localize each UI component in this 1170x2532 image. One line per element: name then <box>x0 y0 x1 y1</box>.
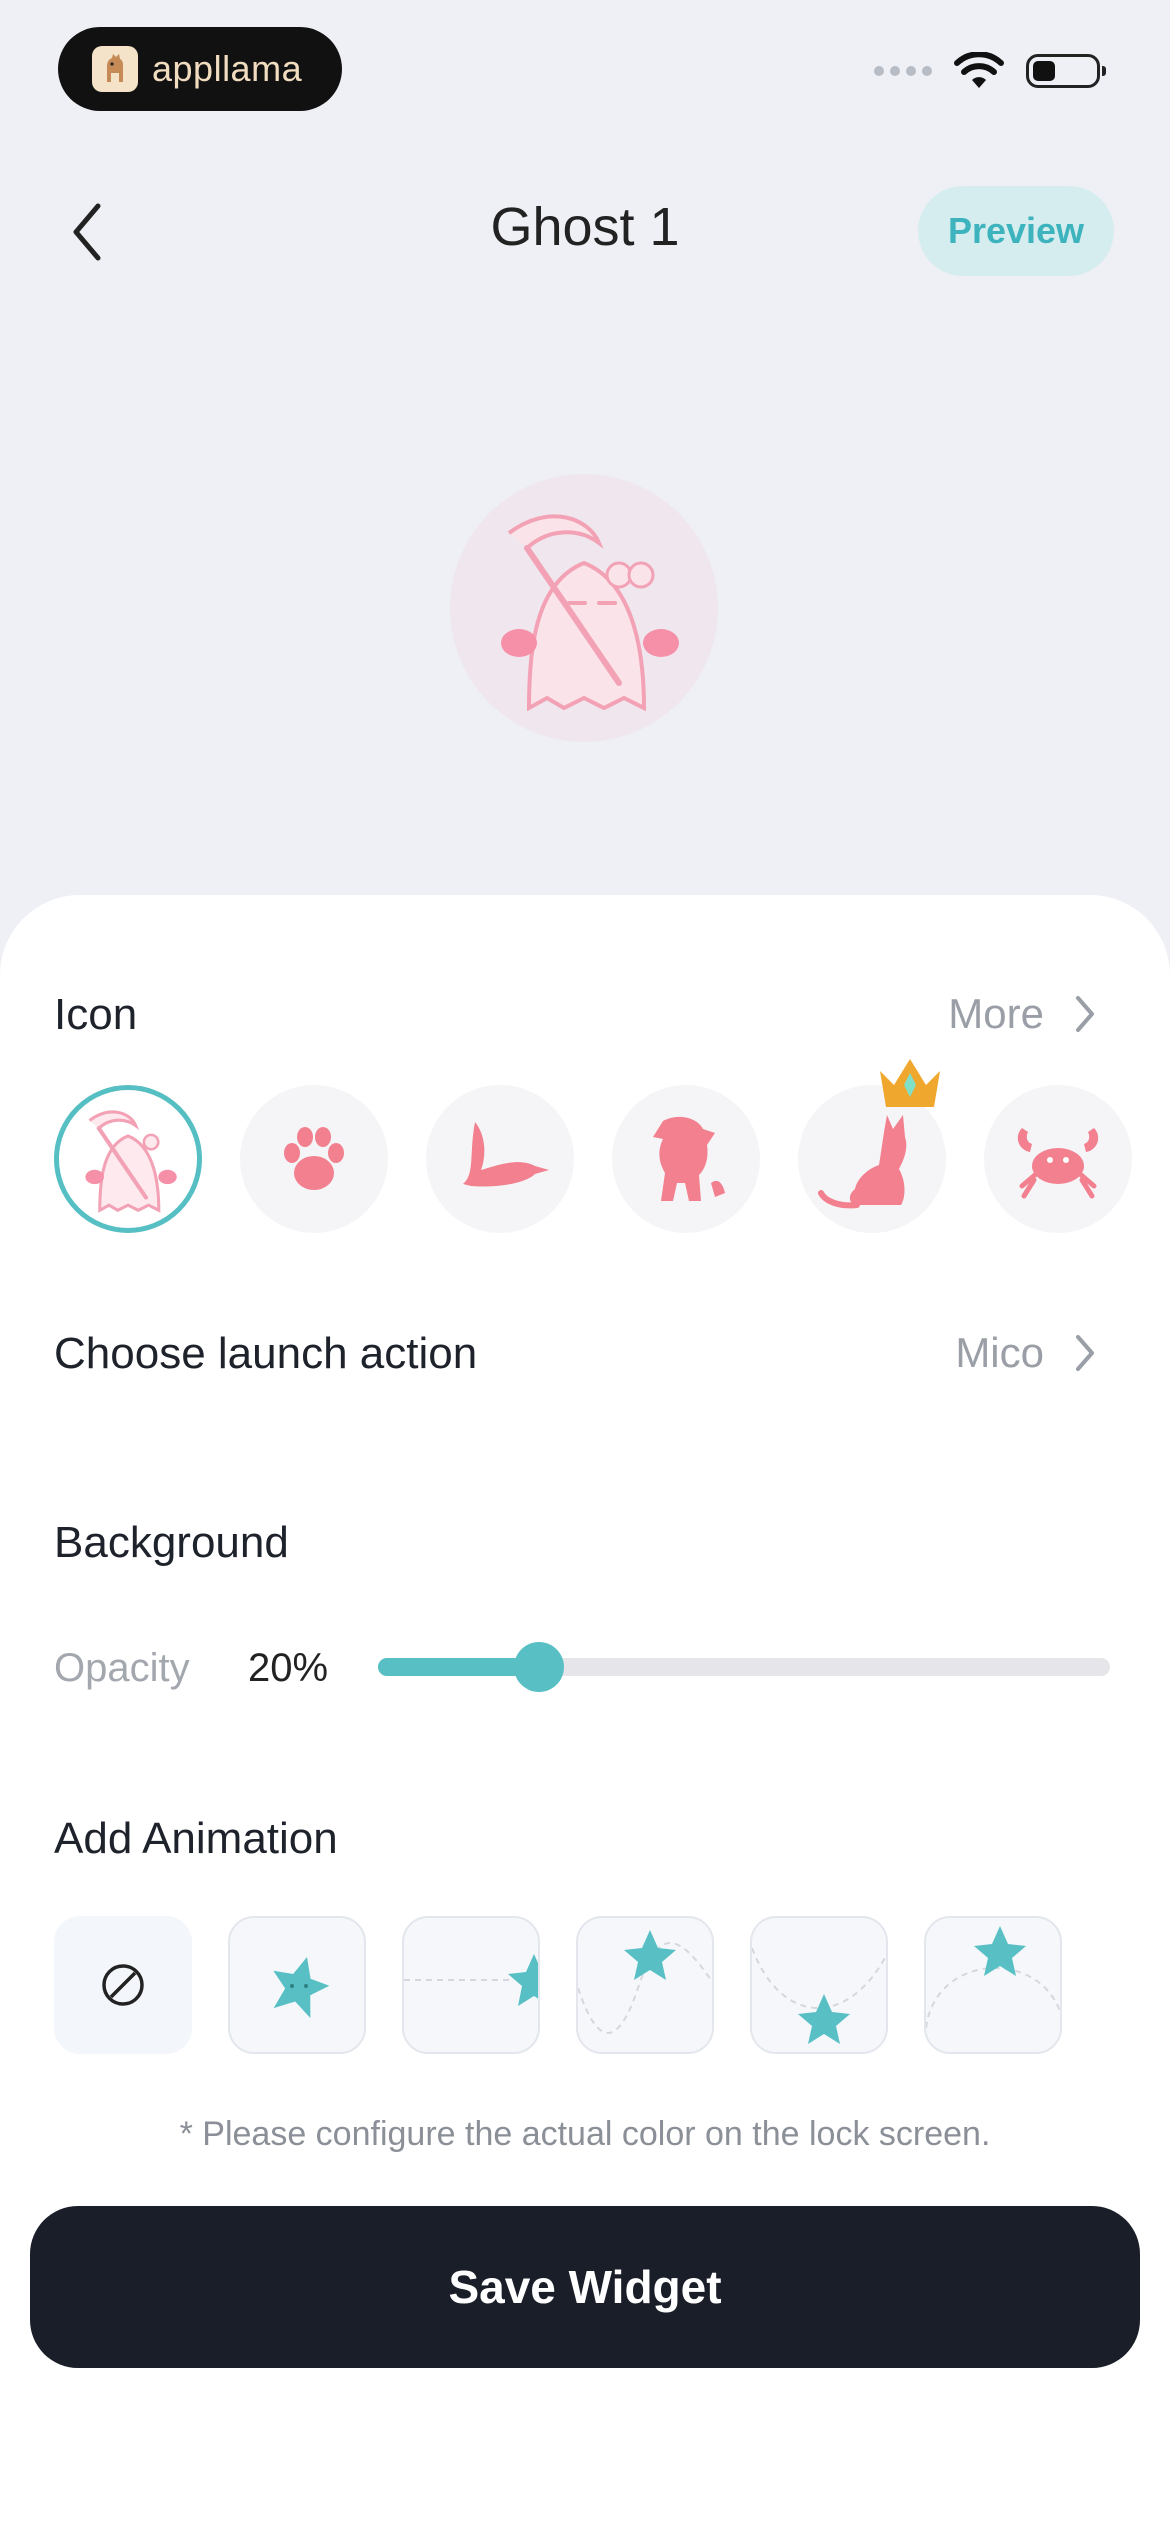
icon-option-ghost[interactable] <box>54 1085 202 1233</box>
star-bounce-icon <box>752 1947 886 2044</box>
icon-section-label: Icon <box>54 990 138 1039</box>
star-wave-icon <box>578 1930 712 2034</box>
icon-option-crab[interactable] <box>984 1085 1132 1233</box>
paw-icon <box>284 1127 344 1190</box>
lock-screen-note: * Please configure the actual color on t… <box>179 2115 991 2153</box>
battery-icon <box>1026 54 1106 88</box>
background-label: Background <box>54 1518 289 1567</box>
animation-option-arc[interactable] <box>924 1916 1062 2054</box>
widget-preview <box>450 474 718 742</box>
dog-icon <box>653 1116 725 1201</box>
icon-option-bird[interactable] <box>426 1085 574 1233</box>
cat-icon <box>818 1115 907 1209</box>
icon-option-paw[interactable] <box>240 1085 388 1233</box>
save-widget-button[interactable]: Save Widget <box>30 2206 1140 2368</box>
launch-action-value: Mico <box>955 1329 1044 1376</box>
ghost-icon <box>85 1110 177 1213</box>
chevron-right-icon <box>1076 1335 1094 1371</box>
icon-option-dog[interactable] <box>612 1085 760 1233</box>
llama-logo-icon <box>92 46 138 92</box>
animation-option-slide[interactable] <box>402 1916 540 2054</box>
chevron-right-icon <box>1076 996 1094 1032</box>
launch-action-selector[interactable]: Mico <box>955 1329 1096 1377</box>
opacity-label: Opacity <box>54 1646 190 1690</box>
crown-icon <box>880 1059 940 1107</box>
opacity-slider-handle[interactable] <box>514 1642 565 1692</box>
brand-text: appllama <box>152 48 303 89</box>
more-icons-link[interactable]: More <box>948 990 1096 1038</box>
signal-icon <box>874 66 932 76</box>
bird-icon <box>463 1122 549 1187</box>
appllama-badge[interactable]: appllama <box>58 27 342 111</box>
star-arc-icon <box>926 1926 1060 2029</box>
animation-option-spin[interactable] <box>228 1916 366 2054</box>
more-label: More <box>948 990 1044 1037</box>
animation-option-none[interactable] <box>54 1916 192 2054</box>
ghost-icon <box>501 514 679 712</box>
star-slide-icon <box>404 1954 538 2006</box>
opacity-value: 20% <box>248 1646 329 1690</box>
status-icons <box>874 52 1106 90</box>
crab-icon <box>1017 1128 1099 1199</box>
animation-option-wave[interactable] <box>576 1916 714 2054</box>
wifi-icon <box>954 52 1004 88</box>
launch-action-label: Choose launch action <box>54 1329 478 1378</box>
preview-button[interactable]: Preview <box>918 186 1114 276</box>
none-icon <box>102 1964 144 2006</box>
animation-option-bounce[interactable] <box>750 1916 888 2054</box>
star-spin-icon <box>273 1957 330 2018</box>
animation-label: Add Animation <box>54 1814 338 1863</box>
